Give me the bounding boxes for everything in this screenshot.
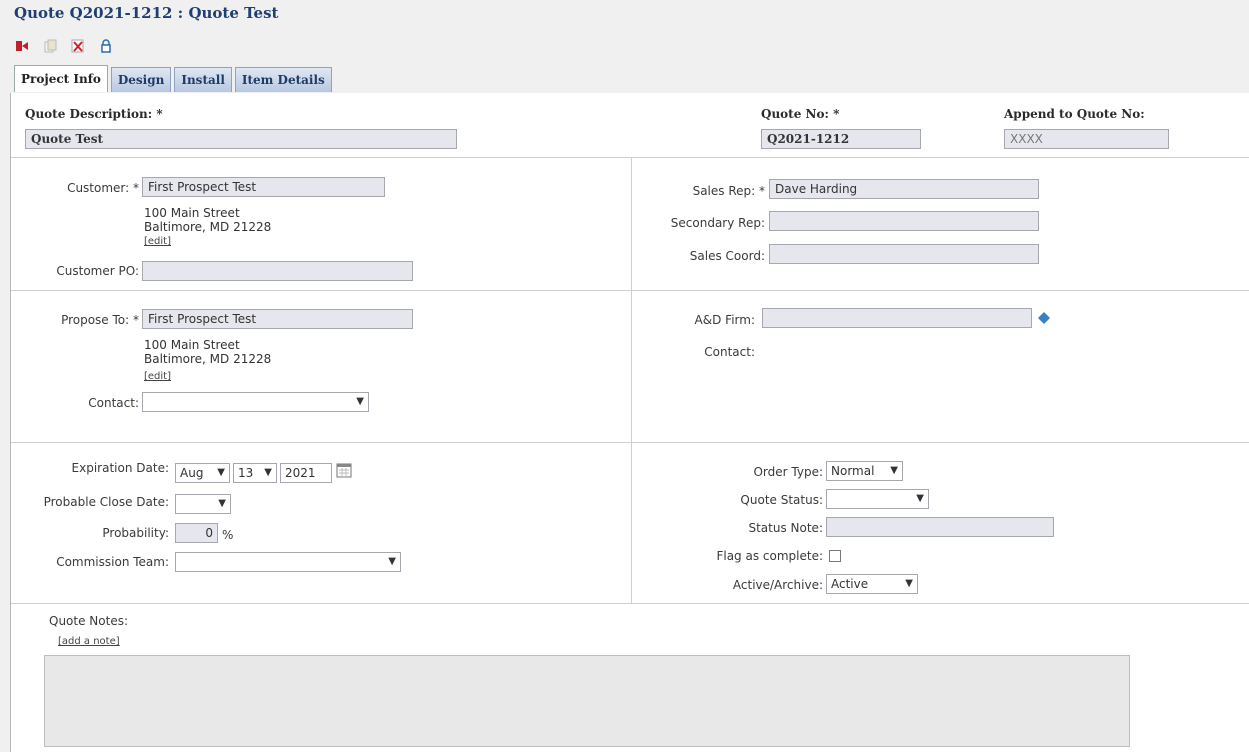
active-archive-value: Active [831, 577, 869, 591]
ad-firm-label: A&D Firm: [694, 313, 755, 327]
lock-icon[interactable] [98, 38, 114, 54]
page-title: Quote Q2021-1212 : Quote Test [14, 4, 279, 22]
customer-address-line2: Baltimore, MD 21228 [144, 220, 272, 234]
expiration-month-value: Aug [180, 466, 204, 480]
append-quote-field[interactable]: XXXX [1004, 129, 1169, 149]
flag-complete-label: Flag as complete: [716, 549, 823, 563]
tab-design[interactable]: Design [110, 67, 172, 92]
chevron-down-icon: ▼ [356, 396, 364, 407]
propose-address: 100 Main Street Baltimore, MD 21228 [144, 338, 271, 366]
secondary-rep-label: Secondary Rep: [670, 216, 765, 230]
quote-status-select[interactable]: ▼ [826, 489, 929, 509]
customer-label: Customer: * [67, 181, 139, 195]
quote-description-field[interactable]: Quote Test [25, 129, 457, 149]
customer-po-label: Customer PO: [56, 264, 139, 278]
quote-notes-label: Quote Notes: [49, 614, 128, 628]
order-type-label: Order Type: [753, 465, 823, 479]
ad-firm-field[interactable] [762, 308, 1032, 328]
secondary-rep-field[interactable] [769, 211, 1039, 231]
tab-project-info[interactable]: Project Info [14, 65, 108, 92]
sales-coord-field[interactable] [769, 244, 1039, 264]
customer-po-field[interactable] [142, 261, 413, 281]
chevron-down-icon: ▼ [388, 556, 396, 567]
chevron-down-icon: ▼ [264, 467, 272, 478]
tab-bar: Project Info Design Install Item Details [14, 65, 332, 92]
propose-edit-link[interactable]: [edit] [144, 371, 171, 382]
probability-label: Probability: [102, 526, 169, 540]
propose-to-label: Propose To: * [61, 313, 139, 327]
propose-address-line2: Baltimore, MD 21228 [144, 352, 272, 366]
chevron-down-icon: ▼ [905, 578, 913, 589]
expiration-month-select[interactable]: Aug ▼ [175, 463, 230, 483]
customer-address-line1: 100 Main Street [144, 206, 240, 220]
propose-to-field[interactable]: First Prospect Test [142, 309, 413, 329]
quote-notes-area[interactable] [44, 655, 1130, 747]
chevron-down-icon: ▼ [218, 498, 226, 509]
divider [11, 290, 1249, 291]
flag-complete-checkbox[interactable] [829, 550, 841, 562]
add-note-link[interactable]: [add a note] [58, 636, 120, 647]
quote-status-label: Quote Status: [740, 493, 823, 507]
probable-close-date-select[interactable]: ▼ [175, 494, 231, 514]
order-type-select[interactable]: Normal ▼ [826, 461, 903, 481]
status-note-label: Status Note: [748, 521, 823, 535]
form-panel: Quote Description: * Quote Test Quote No… [10, 93, 1249, 752]
divider [11, 442, 1249, 443]
chevron-down-icon: ▼ [890, 465, 898, 476]
probability-field[interactable]: 0 [175, 523, 218, 543]
propose-address-line1: 100 Main Street [144, 338, 240, 352]
divider [11, 157, 1249, 158]
expiration-day-select[interactable]: 13 ▼ [233, 463, 277, 483]
contact-select[interactable]: ▼ [142, 392, 369, 412]
customer-field[interactable]: First Prospect Test [142, 177, 385, 197]
expiration-year-field[interactable]: 2021 [280, 463, 332, 483]
commission-team-label: Commission Team: [56, 555, 169, 569]
customer-address: 100 Main Street Baltimore, MD 21228 [144, 206, 271, 234]
customer-edit-link[interactable]: [edit] [144, 236, 171, 247]
order-type-value: Normal [831, 464, 875, 478]
calendar-icon[interactable] [336, 462, 352, 478]
ad-contact-label: Contact: [704, 345, 755, 359]
delete-icon[interactable] [70, 38, 86, 54]
quote-number-label: Quote No: * [761, 107, 840, 121]
status-note-field[interactable] [826, 517, 1054, 537]
sales-rep-label: Sales Rep: * [692, 184, 765, 198]
probability-unit: % [222, 528, 234, 542]
lookup-icon[interactable] [1037, 311, 1051, 325]
toolbar [14, 36, 114, 56]
active-archive-select[interactable]: Active ▼ [826, 574, 918, 594]
tab-item-details[interactable]: Item Details [234, 67, 332, 92]
active-archive-label: Active/Archive: [732, 578, 823, 592]
divider [11, 603, 1249, 604]
tab-install[interactable]: Install [174, 67, 232, 92]
expiration-date-label: Expiration Date: [71, 461, 169, 475]
copy-icon[interactable] [42, 38, 58, 54]
expiration-day-value: 13 [238, 466, 254, 480]
append-quote-label: Append to Quote No: [1004, 107, 1145, 121]
quote-number-field[interactable]: Q2021-1212 [761, 129, 921, 149]
probable-close-date-label: Probable Close Date: [43, 495, 169, 509]
chevron-down-icon: ▼ [217, 467, 225, 478]
sales-rep-field[interactable]: Dave Harding [769, 179, 1039, 199]
commission-team-select[interactable]: ▼ [175, 552, 401, 572]
exit-icon[interactable] [14, 38, 30, 54]
sales-coord-label: Sales Coord: [689, 249, 765, 263]
column-divider [631, 158, 632, 603]
chevron-down-icon: ▼ [916, 493, 924, 504]
quote-description-label: Quote Description: * [25, 107, 163, 121]
contact-label: Contact: [88, 396, 139, 410]
